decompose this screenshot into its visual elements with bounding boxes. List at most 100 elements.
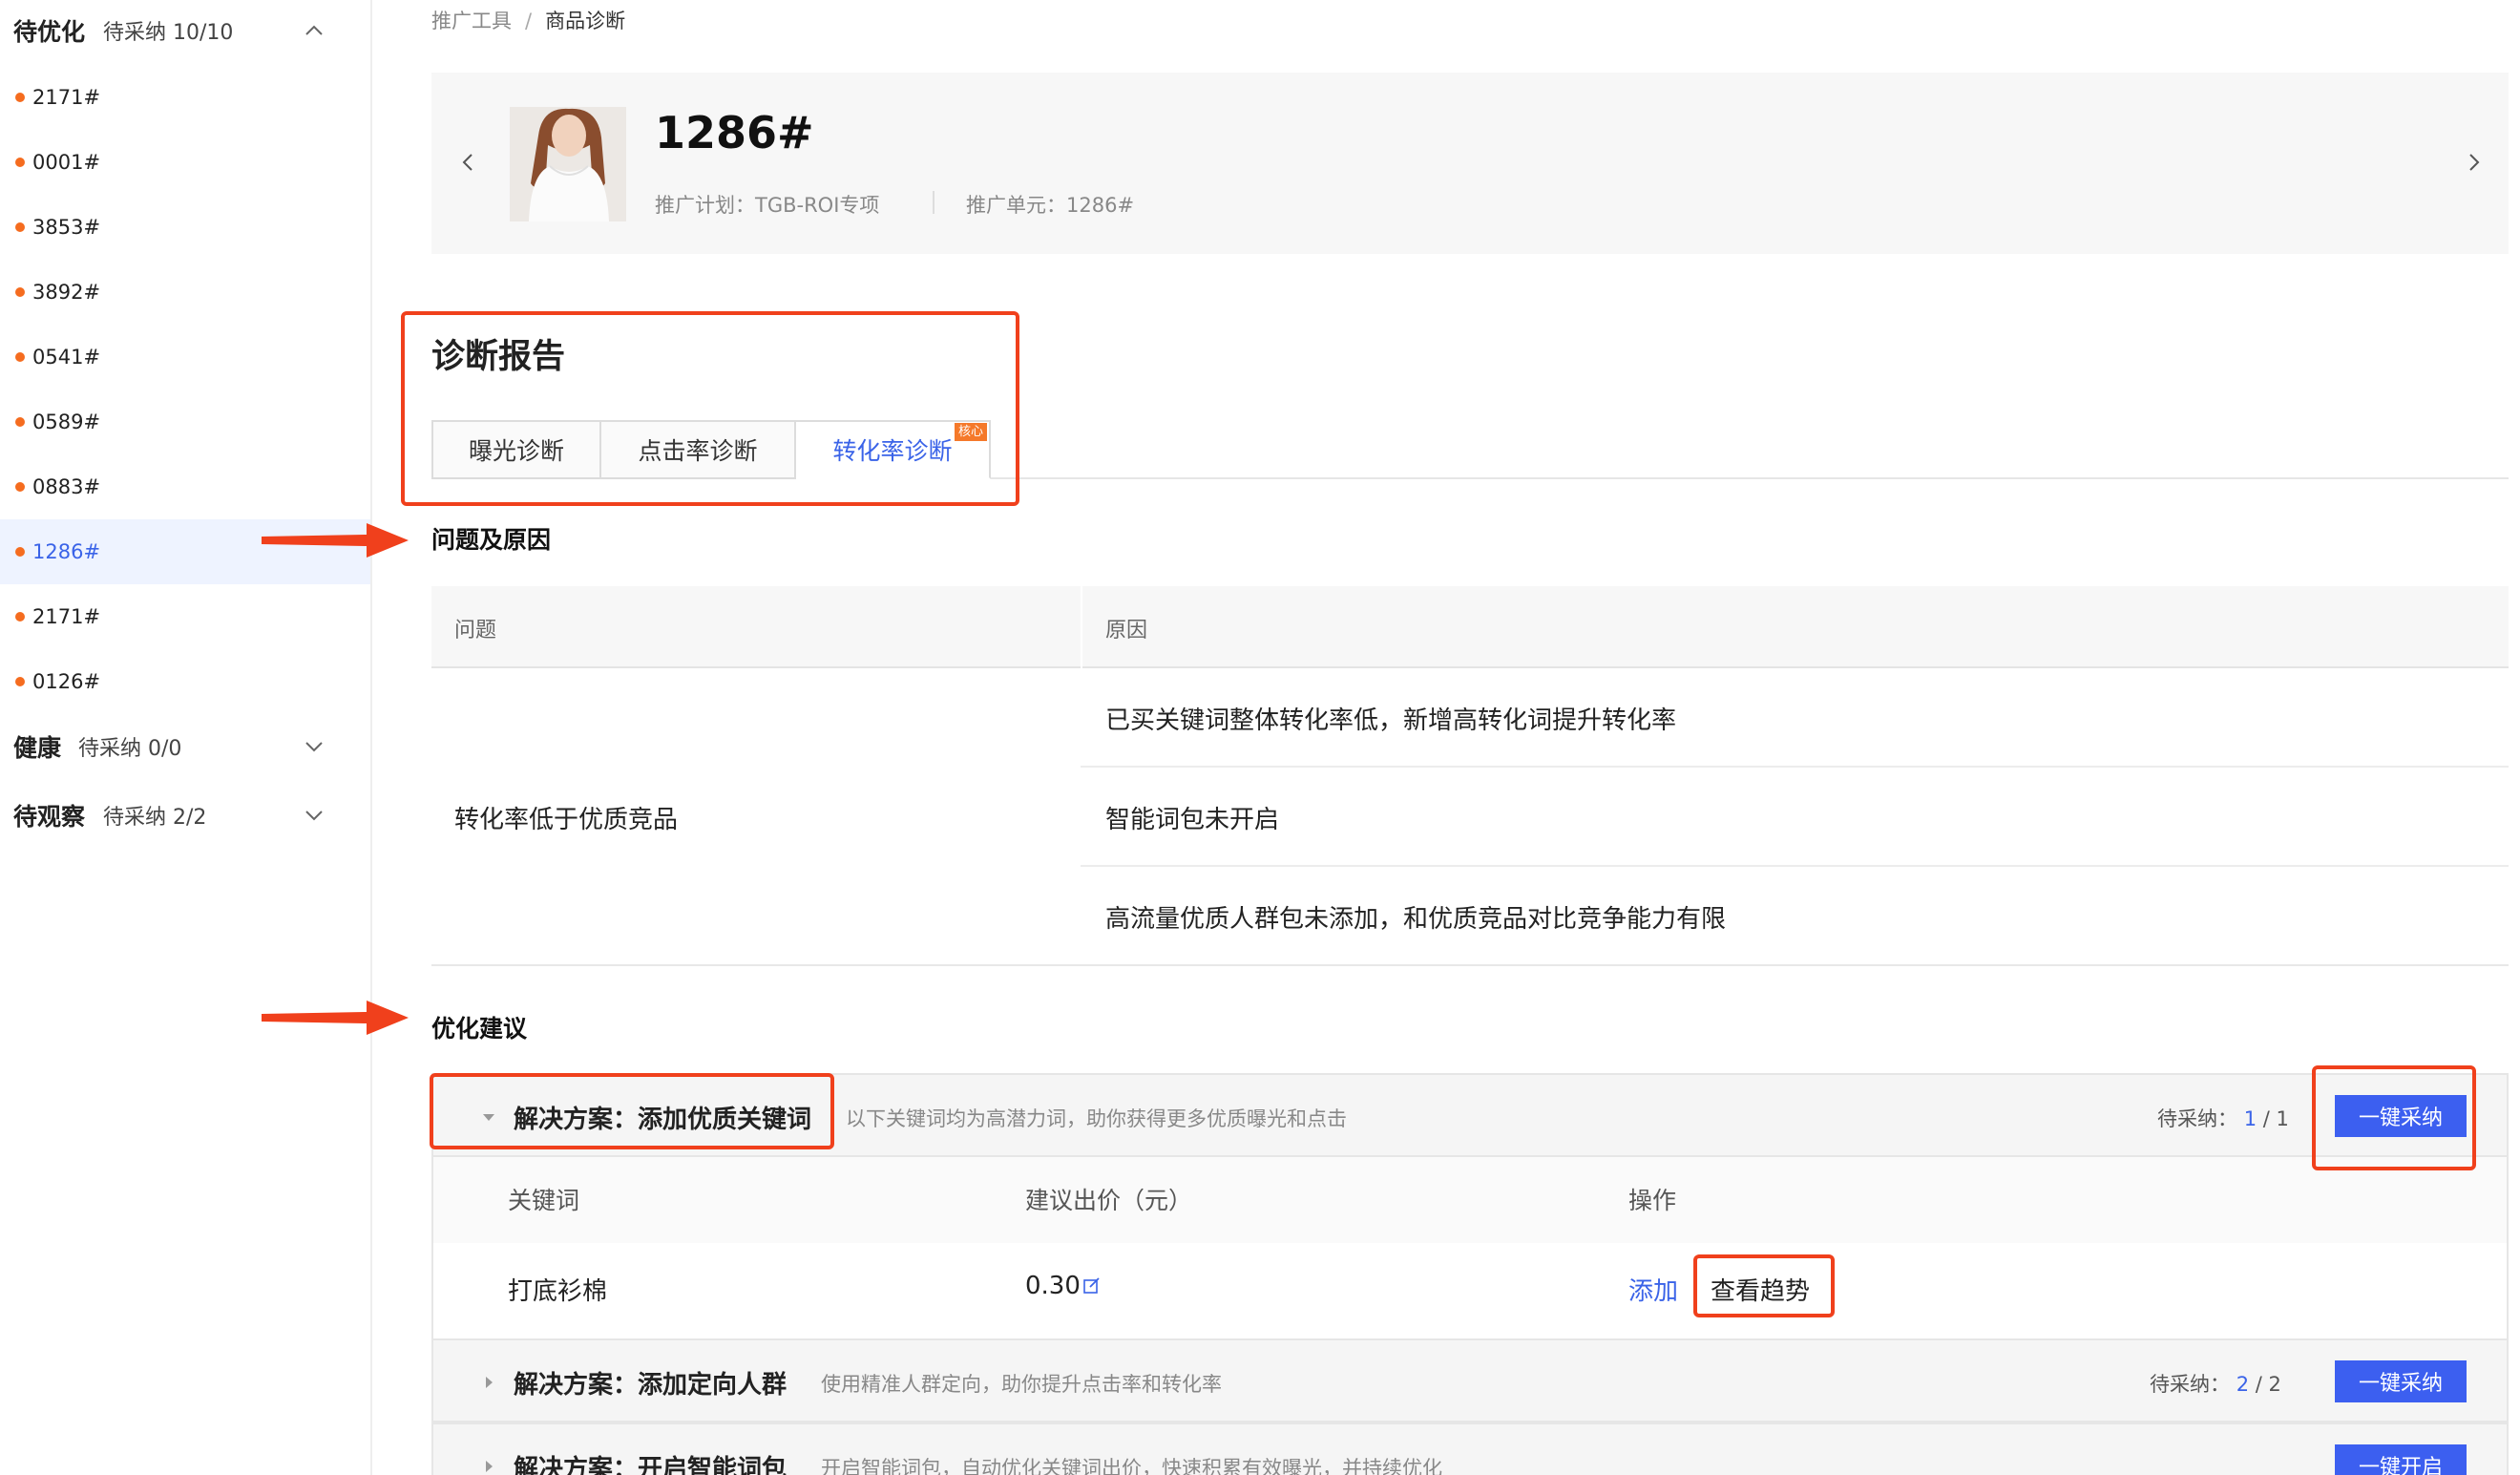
chevron-left-icon[interactable]	[454, 149, 481, 176]
divider	[933, 191, 934, 214]
promotion-unit: 推广单元：1286#	[966, 194, 1135, 217]
group-header-to-optimize[interactable]: 待优化 待采纳 10/10	[0, 2, 372, 59]
status-dot	[15, 547, 25, 557]
status-dot	[15, 222, 25, 232]
keyword-table: 关键词 建议出价（元） 操作 打底衫棉 0.30 添加 查看趋势	[431, 1157, 2509, 1338]
caret-right-icon[interactable]	[481, 1375, 496, 1390]
sidebar-item[interactable]: 0883#	[0, 454, 370, 519]
pending-total: / 1	[2262, 1107, 2289, 1130]
breadcrumb-current: 商品诊断	[545, 10, 626, 32]
chevron-up-icon[interactable]	[304, 20, 325, 41]
sidebar-item[interactable]: 2171#	[0, 65, 370, 130]
table-header: 问题 原因	[431, 586, 2509, 668]
sidebar-item-label: 2171#	[32, 605, 101, 628]
group-header-observe[interactable]: 待观察 待采纳 2/2	[0, 787, 372, 844]
solution-title: 解决方案：开启智能词包	[514, 1455, 788, 1475]
group-count: 待采纳 2/2	[103, 806, 207, 830]
pending-total: / 2	[2255, 1373, 2281, 1396]
highlight-box	[430, 1073, 834, 1149]
group-title: 待观察	[13, 803, 86, 831]
group-header-healthy[interactable]: 健康 待采纳 0/0	[0, 718, 372, 775]
column-header-keyword: 关键词	[508, 1187, 580, 1214]
solution-title: 解决方案：添加定向人群	[514, 1371, 788, 1400]
reason-text: 智能词包未开启	[1105, 806, 1280, 834]
chevron-down-icon[interactable]	[304, 805, 325, 826]
status-dot	[15, 158, 25, 167]
group-count: 待采纳 0/0	[78, 737, 182, 761]
promotion-plan: 推广计划：TGB-ROI专项	[655, 194, 880, 217]
group-title: 健康	[13, 734, 62, 762]
sidebar-item-label: 0589#	[32, 411, 101, 433]
solution-description: 开启智能词包，自动优化关键词出价，快速积累有效曝光，并持续优化	[821, 1457, 1442, 1475]
divider	[431, 964, 2509, 966]
annotation-arrow-icon	[262, 1001, 409, 1035]
sidebar-item-label: 0001#	[32, 151, 101, 174]
sidebar-item-label: 0541#	[32, 346, 101, 369]
pending-label: 待采纳：	[2157, 1107, 2237, 1130]
status-dot	[15, 482, 25, 492]
sidebar-item-label: 3892#	[32, 281, 101, 304]
product-card: 1286# 推广计划：TGB-ROI专项 推广单元：1286#	[431, 73, 2509, 254]
sidebar-item[interactable]: 0541#	[0, 325, 370, 390]
sidebar-item-label: 3853#	[32, 216, 101, 239]
add-keyword-link[interactable]: 添加	[1628, 1272, 1678, 1307]
sidebar-item[interactable]: 2171#	[0, 584, 370, 649]
keyword-cell: 打底衫棉	[508, 1277, 608, 1306]
solution-description: 使用精准人群定向，助你提升点击率和转化率	[821, 1373, 1222, 1396]
breadcrumb: 推广工具 / 商品诊断	[431, 6, 625, 34]
reason-text: 已买关键词整体转化率低，新增高转化词提升转化率	[1105, 706, 1677, 735]
column-header-problem: 问题	[454, 619, 497, 643]
pending-count: 待采纳： 1 / 1	[2157, 1104, 2289, 1132]
bid-value: 0.30	[1025, 1272, 1081, 1300]
breadcrumb-separator: /	[525, 10, 533, 32]
sidebar-item[interactable]: 0589#	[0, 390, 370, 454]
solution-header[interactable]: 解决方案：开启智能词包 开启智能词包，自动优化关键词出价，快速积累有效曝光，并持…	[431, 1422, 2509, 1475]
sidebar-item[interactable]: 0126#	[0, 649, 370, 714]
pending-label: 待采纳：	[2150, 1373, 2230, 1396]
edit-icon[interactable]	[1082, 1276, 1102, 1296]
highlight-box	[401, 311, 1019, 506]
pending-count: 待采纳： 2 / 2	[2150, 1369, 2281, 1398]
column-header-action: 操作	[1628, 1187, 1677, 1214]
breadcrumb-parent[interactable]: 推广工具	[431, 10, 512, 32]
status-dot	[15, 93, 25, 102]
pending-number: 1	[2243, 1107, 2258, 1130]
divider	[1081, 766, 2509, 768]
chevron-down-icon[interactable]	[304, 736, 325, 757]
table-row	[433, 1243, 2507, 1338]
reason-text: 高流量优质人群包未添加，和优质竞品对比竞争能力有限	[1105, 905, 1727, 934]
solution-description: 以下关键词均为高潜力词，助你获得更多优质曝光和点击	[846, 1107, 1347, 1130]
status-dot	[15, 677, 25, 686]
annotation-arrow-icon	[262, 523, 409, 558]
divider	[1081, 586, 1082, 668]
status-dot	[15, 287, 25, 297]
column-header-reason: 原因	[1105, 619, 1148, 643]
highlight-box	[1693, 1254, 1835, 1317]
solution-header[interactable]: 解决方案：添加定向人群 使用精准人群定向，助你提升点击率和转化率 待采纳： 2 …	[431, 1338, 2509, 1422]
suggestions-title: 优化建议	[431, 1015, 528, 1043]
chevron-right-icon[interactable]	[2461, 149, 2488, 176]
status-dot	[15, 352, 25, 362]
status-dot	[15, 612, 25, 622]
problems-title: 问题及原因	[431, 526, 552, 554]
sidebar-item-label: 1286#	[32, 540, 101, 563]
sidebar-item-label: 0126#	[32, 670, 101, 693]
problem-text: 转化率低于优质竞品	[454, 806, 679, 834]
sidebar-item[interactable]: 3853#	[0, 195, 370, 260]
solution-smart-words: 解决方案：开启智能词包 开启智能词包，自动优化关键词出价，快速积累有效曝光，并持…	[431, 1422, 2509, 1475]
status-dot	[15, 417, 25, 427]
solution-audience: 解决方案：添加定向人群 使用精准人群定向，助你提升点击率和转化率 待采纳： 2 …	[431, 1338, 2509, 1422]
caret-right-icon[interactable]	[481, 1459, 496, 1474]
sidebar-item[interactable]: 3892#	[0, 260, 370, 325]
divider	[1081, 865, 2509, 867]
product-thumbnail	[510, 107, 626, 221]
group-title: 待优化	[13, 18, 86, 46]
sidebar-item-label: 0883#	[32, 475, 101, 498]
bid-cell: 0.30	[1025, 1272, 1102, 1300]
sidebar-item[interactable]: 0001#	[0, 130, 370, 195]
product-title: 1286#	[655, 107, 814, 158]
pending-number: 2	[2236, 1373, 2250, 1396]
enable-all-button[interactable]: 一键开启	[2335, 1444, 2467, 1475]
group-count: 待采纳 10/10	[103, 21, 234, 45]
adopt-all-button[interactable]: 一键采纳	[2335, 1360, 2467, 1402]
